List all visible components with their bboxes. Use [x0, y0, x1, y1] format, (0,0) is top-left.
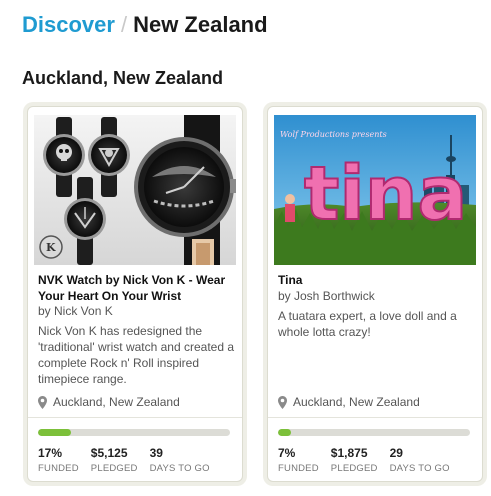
stat-label: PLEDGED: [330, 463, 378, 474]
project-description: A tuatara expert, a love doll and a whol…: [278, 309, 457, 339]
stat-value: 7%: [278, 446, 296, 460]
breadcrumb-discover-link[interactable]: Discover: [22, 12, 115, 37]
location-label: Auckland, New Zealand: [293, 395, 420, 409]
stat-funded: 17% FUNDED: [38, 446, 79, 476]
stat-value: 17%: [38, 446, 63, 460]
project-image[interactable]: K: [34, 115, 236, 265]
stat-label: DAYS TO GO: [389, 463, 450, 474]
funding-progress-fill: [38, 429, 71, 436]
stat-label: PLEDGED: [90, 463, 138, 474]
project-title[interactable]: NVK Watch by Nick Von K - Wear Your Hear…: [38, 272, 236, 304]
project-stats: 7% FUNDED $1,875 PLEDGED 29 DAYS TO GO: [278, 446, 462, 476]
stat-label: FUNDED: [38, 463, 79, 474]
card-divider: [28, 417, 242, 418]
film-poster-image: Wolf Productions presents tina: [274, 115, 476, 265]
stat-label: DAYS TO GO: [149, 463, 210, 474]
watch-product-image: K: [34, 115, 236, 265]
project-card[interactable]: K NVK Watch by Nick Von K - Wear Your He…: [27, 106, 243, 482]
stat-value: 29: [389, 446, 403, 460]
breadcrumb: Discover / New Zealand: [22, 12, 268, 38]
stat-pledged: $5,125 PLEDGED: [91, 446, 138, 476]
breadcrumb-current: New Zealand: [133, 12, 268, 37]
stat-days-to-go: 39 DAYS TO GO: [150, 446, 210, 476]
project-title[interactable]: Tina: [278, 272, 476, 288]
project-image[interactable]: Wolf Productions presents tina: [274, 115, 476, 265]
location-label: Auckland, New Zealand: [53, 395, 180, 409]
project-card[interactable]: Wolf Productions presents tina Tina by J…: [267, 106, 483, 482]
stat-pledged: $1,875 PLEDGED: [331, 446, 378, 476]
project-location[interactable]: Auckland, New Zealand: [38, 395, 180, 409]
section-title: Auckland, New Zealand: [22, 68, 224, 88]
breadcrumb-separator: /: [120, 12, 128, 37]
project-stats: 17% FUNDED $5,125 PLEDGED 39 DAYS TO GO: [38, 446, 222, 476]
stat-funded: 7% FUNDED: [278, 446, 319, 476]
funding-progress-fill: [278, 429, 292, 436]
stat-value: $1,875: [330, 446, 368, 460]
map-pin-icon: [38, 395, 47, 409]
poster-title: tina: [304, 151, 467, 237]
stat-days-to-go: 29 DAYS TO GO: [390, 446, 450, 476]
project-location[interactable]: Auckland, New Zealand: [278, 395, 420, 409]
stat-value: $5,125: [90, 446, 128, 460]
map-pin-icon: [278, 395, 287, 409]
stat-label: FUNDED: [278, 463, 319, 474]
stat-value: 39: [149, 446, 163, 460]
svg-text:K: K: [46, 241, 56, 254]
poster-caption: Wolf Productions presents: [280, 130, 387, 139]
project-description: Nick Von K has redesigned the 'tradition…: [38, 324, 235, 386]
funding-progress-bar: [278, 429, 470, 436]
card-divider: [268, 417, 482, 418]
project-byline: by Josh Borthwick: [278, 289, 375, 303]
project-byline: by Nick Von K: [38, 304, 113, 318]
funding-progress-bar: [38, 429, 230, 436]
